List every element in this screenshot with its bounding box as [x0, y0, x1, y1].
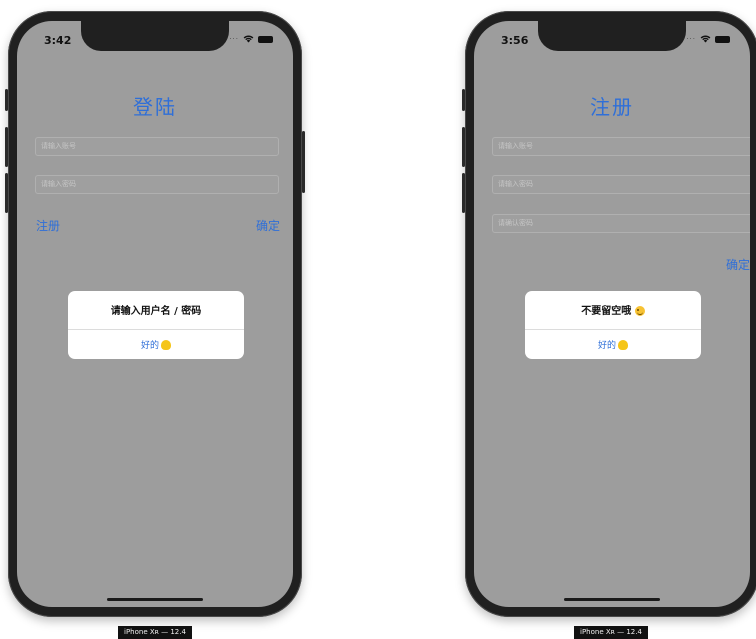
status-icons: ···· — [226, 34, 273, 44]
page-title: 登陆 — [133, 95, 177, 119]
alert-ok-button[interactable]: 好的 — [525, 330, 701, 359]
mute-switch — [5, 89, 8, 111]
confirm-button[interactable]: 确定 — [726, 256, 750, 273]
home-indicator[interactable] — [564, 598, 660, 601]
volume-down-button — [5, 173, 8, 213]
phone-frame-register: 3:56 ···· 注册 确定 不要留空哦 — [462, 11, 756, 617]
alert-message: 请输入用户名 / 密码 — [110, 306, 202, 317]
account-input[interactable] — [41, 142, 273, 150]
password-field[interactable] — [492, 175, 750, 194]
status-time: 3:42 — [44, 34, 72, 47]
account-field[interactable] — [492, 137, 750, 156]
confirm-password-input[interactable] — [498, 219, 750, 227]
cellular-icon: ···· — [226, 35, 239, 43]
status-icons: ···· — [683, 34, 730, 44]
alert-ok-label: 好的 — [597, 341, 616, 351]
volume-up-button — [462, 127, 465, 167]
alert-message-row: 不要留空哦 — [525, 302, 701, 317]
alert-message: 不要留空哦 — [581, 306, 632, 317]
wink-icon — [634, 306, 645, 316]
confirm-button[interactable]: 确定 — [256, 217, 280, 234]
wifi-icon — [243, 35, 254, 43]
alert-dialog: 请输入用户名 / 密码 好的 — [68, 291, 244, 359]
password-input[interactable] — [41, 180, 273, 188]
battery-icon — [258, 35, 273, 43]
cellular-icon: ···· — [683, 35, 696, 43]
password-input[interactable] — [498, 180, 750, 188]
page-title: 注册 — [590, 95, 634, 119]
device-label: iPhone Xʀ — 12.4 — [574, 626, 648, 639]
volume-down-button — [462, 173, 465, 213]
ok-hand-icon — [618, 339, 628, 350]
account-input[interactable] — [498, 142, 750, 150]
register-screen: 3:56 ···· 注册 确定 不要留空哦 — [474, 21, 750, 607]
ok-hand-icon — [161, 339, 171, 350]
phone-frame-login: 3:42 ···· 登陆 注册 确定 请输入用户名 / 密码 好的 — [5, 11, 305, 617]
notch — [538, 21, 686, 51]
mute-switch — [462, 89, 465, 111]
notch — [81, 21, 229, 51]
wifi-icon — [700, 35, 711, 43]
power-button — [302, 131, 305, 193]
battery-icon — [715, 35, 730, 43]
register-button[interactable]: 注册 — [36, 217, 60, 234]
volume-up-button — [5, 127, 8, 167]
alert-dialog: 不要留空哦 好的 — [525, 291, 701, 359]
password-field[interactable] — [35, 175, 279, 194]
alert-ok-button[interactable]: 好的 — [68, 330, 244, 359]
confirm-password-field[interactable] — [492, 214, 750, 233]
home-indicator[interactable] — [107, 598, 203, 601]
account-field[interactable] — [35, 137, 279, 156]
device-label: iPhone Xʀ — 12.4 — [118, 626, 192, 639]
login-screen: 3:42 ···· 登陆 注册 确定 请输入用户名 / 密码 好的 — [17, 21, 293, 607]
status-time: 3:56 — [501, 34, 529, 47]
alert-ok-label: 好的 — [140, 341, 159, 351]
